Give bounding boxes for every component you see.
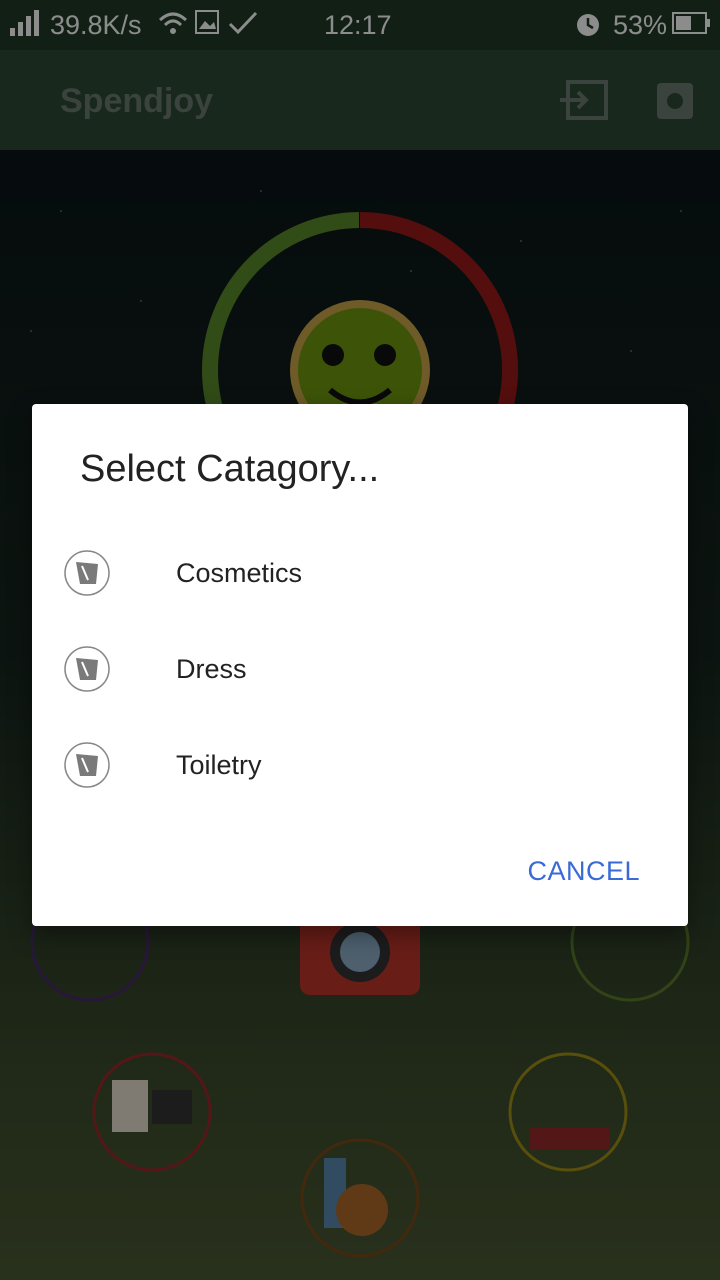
cancel-button[interactable]: CANCEL <box>527 856 640 887</box>
category-icon <box>64 646 110 692</box>
category-label: Cosmetics <box>176 558 303 588</box>
dialog-title: Select Catagory... <box>80 448 380 490</box>
category-item-dress[interactable]: Dress <box>32 614 688 710</box>
category-icon <box>64 550 110 596</box>
category-label: Toiletry <box>176 750 262 780</box>
category-label: Dress <box>176 654 247 684</box>
category-item-toiletry[interactable]: Toiletry <box>32 710 688 806</box>
category-icon <box>64 742 110 788</box>
select-category-dialog: Select Catagory... Cosmetics Dress Toile… <box>32 404 688 926</box>
category-item-cosmetics[interactable]: Cosmetics <box>32 518 688 614</box>
